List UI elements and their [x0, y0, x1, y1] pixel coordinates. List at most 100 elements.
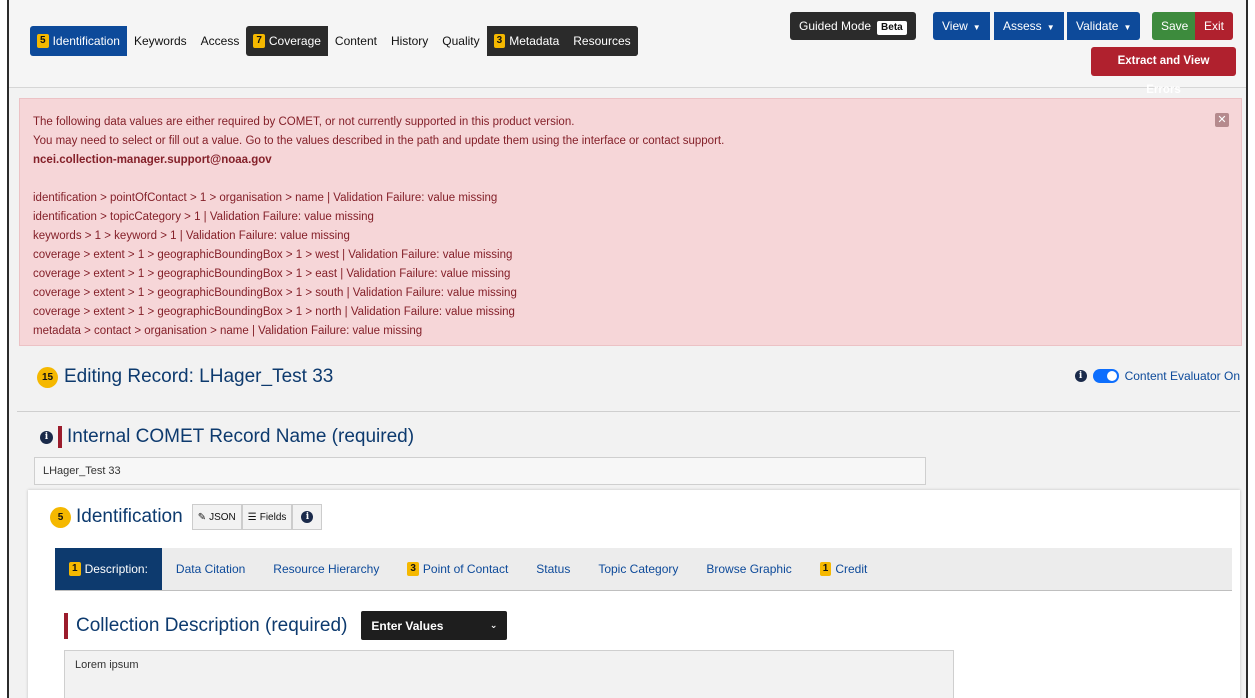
tab-identification[interactable]: 5 Identification [30, 26, 127, 56]
subtab-label: Description: [84, 562, 148, 576]
tab-resources[interactable]: Resources [566, 26, 638, 56]
error-item: identification > topicCategory > 1 | Val… [33, 211, 374, 223]
json-button[interactable]: ✎ JSON [191, 504, 242, 530]
view-label: View [942, 19, 968, 33]
evaluator-label: Content Evaluator On [1124, 369, 1240, 383]
subtab-description[interactable]: 1 Description: [55, 548, 162, 590]
chevron-down-icon: ▼ [972, 23, 981, 32]
value-mode-select[interactable]: Enter Values ⌄ [361, 611, 508, 640]
tab-label: Quality [442, 34, 480, 48]
identification-heading: 5 Identification ✎ JSON ☰ Fields i [50, 504, 323, 530]
assess-label: Assess [1003, 19, 1042, 33]
tab-content[interactable]: Content [328, 26, 384, 56]
page-title: 15 Editing Record: LHager_Test 33 [37, 366, 333, 388]
tab-coverage[interactable]: 7 Coverage [246, 26, 328, 56]
exit-button[interactable]: Exit [1195, 12, 1234, 40]
tab-label: Resources [573, 34, 631, 48]
tab-label: Content [334, 34, 377, 48]
close-icon[interactable]: ✕ [1215, 113, 1229, 127]
subtab-label: Credit [835, 562, 868, 576]
main-tabs: 5 Identification Keywords Access 7 Cover… [30, 26, 638, 56]
error-item: coverage > extent > 1 > geographicBoundi… [33, 287, 517, 299]
internal-name-heading: i Internal COMET Record Name (required) [40, 426, 414, 448]
subtab-point-of-contact[interactable]: 3 Point of Contact [393, 548, 522, 590]
chevron-down-icon: ⌄ [489, 620, 498, 630]
tab-label: Identification [52, 34, 120, 48]
validate-button[interactable]: Validate ▼ [1067, 12, 1141, 40]
collection-description-heading: Collection Description (required) Enter … [64, 611, 508, 640]
identification-title: Identification [76, 506, 183, 527]
list-icon: ☰ [247, 511, 257, 523]
internal-name-label: Internal COMET Record Name (required) [67, 426, 415, 447]
validate-label: Validate [1076, 19, 1119, 33]
toggle-switch-icon[interactable] [1092, 369, 1119, 383]
view-button[interactable]: View ▼ [933, 12, 990, 40]
tab-badge: 7 [253, 34, 265, 48]
fields-button[interactable]: ☰ Fields [241, 504, 293, 530]
identification-subtabs: 1 Description: Data Citation Resource Hi… [55, 548, 1232, 591]
tab-label: Metadata [509, 34, 560, 48]
tab-label: Access [200, 34, 240, 48]
guided-mode-button[interactable]: Guided Mode Beta [790, 12, 916, 40]
assess-button[interactable]: Assess ▼ [994, 12, 1064, 40]
chevron-down-icon: ▼ [1123, 23, 1132, 32]
tab-badge: 5 [37, 34, 49, 48]
subtab-credit[interactable]: 1 Credit [806, 548, 882, 590]
subtab-browse-graphic[interactable]: Browse Graphic [692, 548, 805, 590]
tab-history[interactable]: History [384, 26, 435, 56]
info-icon[interactable]: i [1074, 370, 1087, 382]
subtab-label: Topic Category [598, 562, 679, 576]
subtab-topic-category[interactable]: Topic Category [584, 548, 692, 590]
beta-badge: Beta [877, 21, 907, 35]
subtab-badge: 3 [407, 562, 419, 576]
subtab-badge: 1 [819, 562, 832, 576]
required-marker [64, 612, 68, 639]
json-label: JSON [209, 511, 236, 523]
identification-error-count: 5 [50, 506, 71, 528]
subtab-label: Browse Graphic [706, 562, 792, 576]
content-evaluator-toggle[interactable]: i Content Evaluator On [1074, 369, 1240, 383]
tab-access[interactable]: Access [194, 26, 247, 56]
tab-metadata[interactable]: 3 Metadata [486, 26, 567, 56]
error-item: metadata > contact > organisation > name… [33, 325, 423, 337]
tab-keywords[interactable]: Keywords [127, 26, 194, 56]
error-item: keywords > 1 > keyword > 1 | Validation … [33, 230, 350, 242]
support-email[interactable]: ncei.collection-manager.support@noaa.gov [33, 151, 1241, 170]
top-nav: 5 Identification Keywords Access 7 Cover… [9, 0, 1246, 96]
tab-quality[interactable]: Quality [435, 26, 486, 56]
tab-label: Keywords [133, 34, 187, 48]
tab-label: History [390, 34, 429, 48]
subtab-label: Resource Hierarchy [273, 562, 380, 576]
record-title-text: Editing Record: LHager_Test 33 [64, 366, 334, 387]
error-item: coverage > extent > 1 > geographicBoundi… [33, 306, 515, 318]
identification-actions: ✎ JSON ☰ Fields i [191, 504, 323, 530]
info-button[interactable]: i [292, 504, 323, 530]
tab-badge: 3 [493, 34, 506, 48]
collection-description-textarea[interactable]: Lorem ipsum [64, 650, 954, 698]
required-marker [58, 426, 62, 448]
subtab-status[interactable]: Status [522, 548, 584, 590]
record-name-input[interactable]: LHager_Test 33 [34, 457, 926, 485]
subtab-label: Point of Contact [422, 562, 509, 576]
validation-error-alert: ✕ The following data values are either r… [19, 98, 1242, 346]
chevron-down-icon: ▼ [1046, 23, 1055, 32]
collection-description-label: Collection Description (required) [76, 614, 348, 636]
subtab-data-citation[interactable]: Data Citation [162, 548, 259, 590]
info-icon[interactable]: i [40, 430, 53, 444]
subtab-label: Data Citation [175, 562, 246, 576]
identification-panel: 5 Identification ✎ JSON ☰ Fields i 1 Descr… [28, 490, 1240, 698]
error-item: coverage > extent > 1 > geographicBoundi… [33, 268, 511, 280]
error-item: coverage > extent > 1 > geographicBoundi… [33, 249, 513, 261]
extract-errors-button[interactable]: Extract and View Errors [1091, 47, 1236, 96]
subtab-badge: 1 [69, 562, 81, 576]
pencil-icon: ✎ [197, 511, 207, 523]
save-button[interactable]: Save [1152, 12, 1198, 40]
error-item: identification > pointOfContact > 1 > or… [33, 192, 498, 204]
select-value: Enter Values [371, 618, 444, 633]
record-error-count: 15 [37, 366, 58, 388]
subtab-resource-hierarchy[interactable]: Resource Hierarchy [259, 548, 393, 590]
tab-label: Coverage [268, 34, 321, 48]
divider [17, 411, 1240, 412]
tab-group-dark: 3 Metadata Resources [486, 26, 638, 56]
fields-label: Fields [259, 511, 287, 523]
